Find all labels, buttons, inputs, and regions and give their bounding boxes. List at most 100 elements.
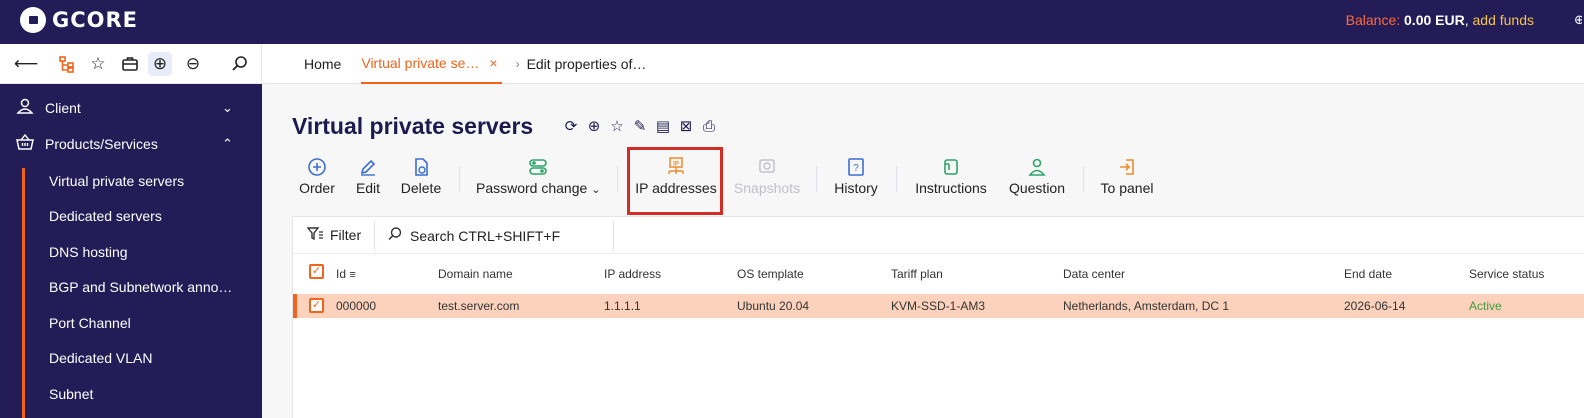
add-funds-link[interactable]: add funds <box>1473 12 1535 28</box>
logo[interactable]: GCORE <box>20 7 138 33</box>
close-tab-icon[interactable]: × <box>489 55 497 71</box>
pencil-icon <box>352 156 384 178</box>
sidebar-section-products[interactable]: Products/Services ⌃ <box>0 126 262 162</box>
sort-icon: ≡ <box>349 269 356 281</box>
page-title: Virtual private servers <box>292 113 534 139</box>
cell-os: Ubuntu 20.04 <box>737 299 810 313</box>
enter-panel-icon <box>1099 156 1155 178</box>
history-button[interactable]: ? History <box>832 156 880 206</box>
cell-tariff: KVM-SSD-1-AM3 <box>891 299 986 313</box>
search-icon <box>387 226 403 245</box>
column-header-os[interactable]: OS template <box>737 267 804 281</box>
sidebar-section-label: Client <box>45 100 81 116</box>
toolbar-separator <box>617 166 618 192</box>
instructions-button[interactable]: Instructions <box>912 156 990 206</box>
star-icon[interactable]: ☆ <box>86 52 110 76</box>
cell-ip: 1.1.1.1 <box>604 299 641 313</box>
svg-text:?: ? <box>853 163 859 174</box>
breadcrumb-home[interactable]: Home <box>304 56 341 72</box>
cell-id: 000000 <box>336 299 377 313</box>
highlight-box <box>627 147 723 215</box>
filter-icon <box>306 226 324 244</box>
column-header-tariff[interactable]: Tariff plan <box>891 267 943 281</box>
top-bar: GCORE Balance: 0.00 EUR, add funds ⊕ <box>0 0 1584 44</box>
order-button[interactable]: Order <box>296 156 338 206</box>
sidebar-section-label: Products/Services <box>45 136 158 152</box>
navigation-toolbar: ⟵ ☆ ⊕ ⊖ Home Virtual private se… × › Edi… <box>0 44 1584 84</box>
row-checkbox[interactable]: ✓ <box>309 298 324 313</box>
column-header-end-date[interactable]: End date <box>1344 267 1392 281</box>
question-button[interactable]: Question <box>1006 156 1068 206</box>
select-all-checkbox[interactable]: ✓ <box>309 264 324 279</box>
question-doc-icon: ? <box>832 156 880 178</box>
tree-icon[interactable] <box>55 52 79 76</box>
account-menu-icon[interactable]: ⊕ <box>1574 12 1582 28</box>
cell-datacenter: Netherlands, Amsterdam, DC 1 <box>1063 299 1230 313</box>
cell-status: Active <box>1469 299 1502 313</box>
toolbar-separator <box>896 166 897 192</box>
sidebar-item-dedicated-servers[interactable]: Dedicated servers <box>49 208 162 224</box>
services-table: Filter Search CTRL+SHIFT+F ✓ Id ≡ Domain… <box>292 216 1584 418</box>
logo-text: GCORE <box>52 8 139 32</box>
star-icon[interactable]: ☆ <box>608 116 626 136</box>
toggles-icon <box>476 156 600 178</box>
chevron-down-icon: ⌄ <box>591 184 601 196</box>
instructions-icon <box>912 156 990 178</box>
edit-button[interactable]: Edit <box>352 156 384 206</box>
user-question-icon <box>1006 156 1068 178</box>
back-arrow-icon[interactable]: ⟵ <box>14 52 38 76</box>
title-toolbar: ⟳ ⊕ ☆ ✎ ▤ ⊠ ⎙ <box>562 116 718 136</box>
sidebar-section-client[interactable]: Client ⌄ <box>0 90 262 126</box>
column-header-status[interactable]: Service status <box>1469 267 1544 281</box>
cell-domain: test.server.com <box>438 299 520 313</box>
balance-info: Balance: 0.00 EUR, add funds <box>1345 12 1535 28</box>
tab-label: Virtual private se… <box>361 55 480 71</box>
sidebar-item-subnet[interactable]: Subnet <box>49 386 93 402</box>
breadcrumb: Home Virtual private se… × › Edit proper… <box>304 44 646 84</box>
snapshot-icon <box>733 156 801 178</box>
sidebar-item-dedicated-vlan[interactable]: Dedicated VLAN <box>49 350 153 366</box>
globe-icon[interactable]: ⊕ <box>585 116 603 136</box>
breadcrumb-edit-properties[interactable]: Edit properties of… <box>527 56 647 72</box>
tab-virtual-private-servers[interactable]: Virtual private se… × <box>361 44 502 84</box>
snapshots-button[interactable]: Snapshots <box>733 156 801 206</box>
column-header-id[interactable]: Id ≡ <box>336 267 356 281</box>
table-row[interactable]: ✓ 000000 test.server.com 1.1.1.1 Ubuntu … <box>293 294 1584 318</box>
column-header-domain[interactable]: Domain name <box>438 267 513 281</box>
refresh-icon[interactable]: ⟳ <box>562 116 580 136</box>
cell-end-date: 2026-06-14 <box>1344 299 1406 313</box>
password-change-dropdown[interactable]: Password change ⌄ <box>476 156 600 206</box>
filter-button[interactable]: Filter <box>306 226 361 244</box>
print-icon[interactable]: ⎙ <box>700 116 718 136</box>
quick-icons: ⟵ ☆ ⊕ ⊖ <box>0 44 262 84</box>
balance-value: 0.00 EUR <box>1404 12 1465 28</box>
briefcase-icon[interactable] <box>118 52 142 76</box>
plus-circle-icon <box>296 156 338 178</box>
gcore-logo-icon <box>20 7 46 33</box>
column-header-datacenter[interactable]: Data center <box>1063 267 1125 281</box>
sidebar-item-port-channel[interactable]: Port Channel <box>49 315 131 331</box>
chevron-right-icon: › <box>515 57 520 71</box>
balance-label: Balance: <box>1345 12 1401 28</box>
delete-button[interactable]: Delete <box>398 156 444 206</box>
list-doc-icon[interactable]: ▤ <box>654 116 672 136</box>
search-icon[interactable] <box>228 52 252 76</box>
sidebar-active-line <box>22 168 25 418</box>
sidebar-item-dns-hosting[interactable]: DNS hosting <box>49 244 128 260</box>
zoom-out-icon[interactable]: ⊖ <box>181 52 205 76</box>
sidebar: Client ⌄ Products/Services ⌃ Virtual pri… <box>0 84 262 418</box>
toolbar-separator <box>459 166 460 192</box>
chevron-down-icon: ⌄ <box>222 100 233 115</box>
zoom-in-icon[interactable]: ⊕ <box>148 52 172 76</box>
basket-icon <box>16 133 34 156</box>
pin-icon[interactable]: ✎ <box>631 116 649 136</box>
toolbar-separator <box>816 166 817 192</box>
excel-icon[interactable]: ⊠ <box>677 116 695 136</box>
column-header-ip[interactable]: IP address <box>604 267 661 281</box>
sidebar-item-bgp-subnetwork[interactable]: BGP and Subnetwork anno… <box>49 279 232 295</box>
delete-doc-icon <box>398 156 444 178</box>
user-icon <box>16 97 34 120</box>
to-panel-button[interactable]: To panel <box>1099 156 1155 206</box>
search-field[interactable]: Search CTRL+SHIFT+F <box>387 226 560 245</box>
sidebar-item-virtual-private-servers[interactable]: Virtual private servers <box>49 173 184 189</box>
